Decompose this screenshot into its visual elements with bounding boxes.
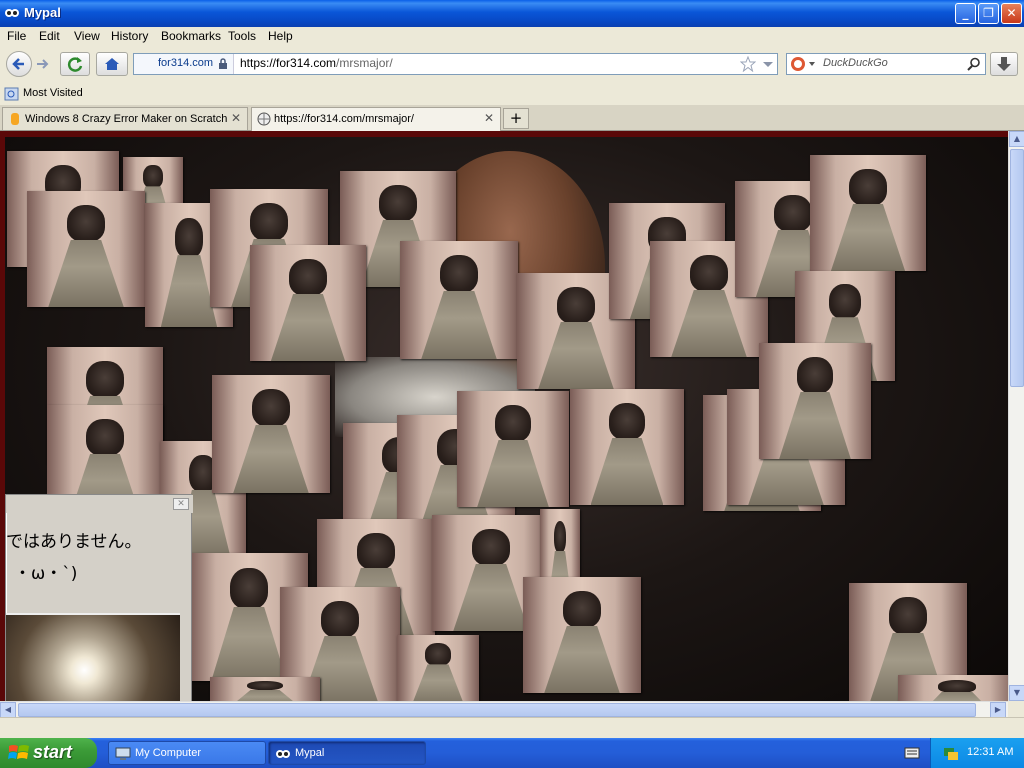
close-button[interactable]: ✕ [1001, 3, 1022, 24]
scroll-up-icon[interactable]: ▲ [1009, 131, 1024, 147]
dialog-message-line2: ・ω・`) [14, 564, 78, 584]
scroll-left-icon[interactable]: ◀ [0, 702, 16, 718]
doll-image [457, 391, 569, 507]
back-arrow-icon [12, 58, 24, 70]
doll-image [810, 155, 926, 271]
search-icon[interactable] [967, 57, 981, 71]
taskbar-item-mypal[interactable]: Mypal [268, 741, 426, 765]
download-arrow-icon [997, 57, 1011, 71]
tab-strip: Windows 8 Crazy Error Maker on Scratch ✕… [0, 105, 1024, 131]
scroll-right-icon[interactable]: ▶ [990, 702, 1006, 718]
maximize-button[interactable]: ❐ [978, 3, 999, 24]
taskbar: start My Computer Mypal 12:31 AM [0, 738, 1024, 768]
horizontal-scrollbar[interactable]: ◀ ▶ [0, 701, 1008, 718]
dialog-video-image [6, 613, 180, 701]
status-bar [0, 717, 1024, 738]
back-button[interactable] [6, 51, 32, 77]
taskbar-item-label: Mypal [295, 747, 325, 759]
reload-icon [67, 57, 83, 72]
horizontal-scroll-thumb[interactable] [18, 703, 976, 717]
start-button[interactable]: start [0, 738, 97, 768]
doll-image [397, 635, 479, 701]
url-text: https://for314.com/mrsmajor/ [240, 56, 393, 70]
menu-bookmarks[interactable]: Bookmarks [161, 29, 221, 43]
error-dialog[interactable]: ✕ ではありません。 ・ω・`) [5, 494, 193, 701]
home-button[interactable] [96, 52, 128, 76]
doll-image [212, 375, 330, 493]
downloads-button[interactable] [990, 52, 1018, 76]
keyboard-layout-icon[interactable] [904, 747, 920, 759]
tab-close-icon[interactable]: ✕ [484, 111, 494, 125]
navigation-toolbar: for314.com https://for314.com/mrsmajor/ … [0, 45, 1024, 83]
doll-image [27, 191, 145, 307]
vertical-scrollbar[interactable]: ▲ ▼ [1008, 131, 1024, 701]
bookmarks-toolbar: Most Visited [0, 83, 1024, 105]
menu-tools[interactable]: Tools [228, 29, 256, 43]
scroll-down-icon[interactable]: ▼ [1009, 685, 1024, 701]
start-label: start [33, 742, 73, 762]
minimize-button[interactable]: _ [955, 3, 976, 24]
globe-favicon-icon [257, 112, 271, 126]
scrollbar-corner [1008, 701, 1024, 717]
forward-button[interactable] [33, 54, 55, 74]
menu-view[interactable]: View [74, 29, 100, 43]
home-icon [105, 58, 119, 70]
dialog-close-icon[interactable]: ✕ [173, 498, 189, 510]
most-visited-folder-icon [4, 87, 19, 101]
network-tray-icon[interactable] [943, 745, 959, 761]
forward-arrow-icon [37, 59, 49, 69]
menu-bar: File Edit View History Bookmarks Tools H… [0, 27, 1024, 45]
menu-file[interactable]: File [7, 29, 26, 43]
search-placeholder: DuckDuckGo [823, 57, 888, 69]
bookmark-star-icon[interactable] [740, 56, 756, 72]
vertical-scroll-thumb[interactable] [1010, 149, 1024, 387]
dialog-message-line1: ではありません。 [6, 532, 142, 552]
doll-image [570, 389, 684, 505]
menu-history[interactable]: History [111, 29, 148, 43]
mypal-taskbar-icon [276, 750, 290, 758]
tab-close-icon[interactable]: ✕ [231, 111, 241, 125]
doll-image [759, 343, 871, 459]
tab-for314[interactable]: https://for314.com/mrsmajor/ ✕ [251, 107, 501, 131]
window-title: Mypal [24, 5, 61, 20]
tab-label: Windows 8 Crazy Error Maker on Scratch [25, 113, 228, 125]
doll-image [523, 577, 641, 693]
menu-help[interactable]: Help [268, 29, 293, 43]
tab-label: https://for314.com/mrsmajor/ [274, 113, 414, 125]
mypal-app-icon [5, 9, 19, 17]
page-content[interactable]: ✕ ではありません。 ・ω・`) [0, 131, 1008, 701]
tab-scratch[interactable]: Windows 8 Crazy Error Maker on Scratch ✕ [2, 107, 248, 130]
url-dropdown-icon[interactable] [762, 59, 774, 71]
site-identity-button[interactable]: for314.com [134, 54, 234, 74]
doll-image [400, 241, 518, 359]
clock[interactable]: 12:31 AM [967, 746, 1013, 758]
search-bar[interactable]: DuckDuckGo [786, 53, 986, 75]
most-visited-bookmark[interactable]: Most Visited [23, 87, 83, 99]
taskbar-item-my-computer[interactable]: My Computer [108, 741, 266, 765]
menu-edit[interactable]: Edit [39, 29, 60, 43]
doll-image [250, 245, 366, 361]
window-title-bar[interactable]: Mypal _ ❐ ✕ [0, 0, 1024, 27]
dialog-title-bar[interactable]: ✕ [6, 495, 193, 513]
site-identity-label: for314.com [158, 57, 214, 69]
taskbar-item-label: My Computer [135, 747, 202, 759]
new-tab-button[interactable]: + [503, 108, 529, 129]
duckduckgo-icon[interactable] [790, 56, 818, 72]
windows-logo-icon [8, 745, 29, 759]
lock-icon [219, 58, 227, 69]
reload-button[interactable] [60, 52, 90, 76]
doll-image [210, 677, 320, 701]
scratch-favicon-icon [11, 113, 19, 125]
system-tray: 12:31 AM [930, 738, 1024, 768]
computer-icon [115, 747, 131, 760]
doll-image [898, 675, 1008, 701]
address-bar[interactable]: for314.com https://for314.com/mrsmajor/ [133, 53, 778, 75]
